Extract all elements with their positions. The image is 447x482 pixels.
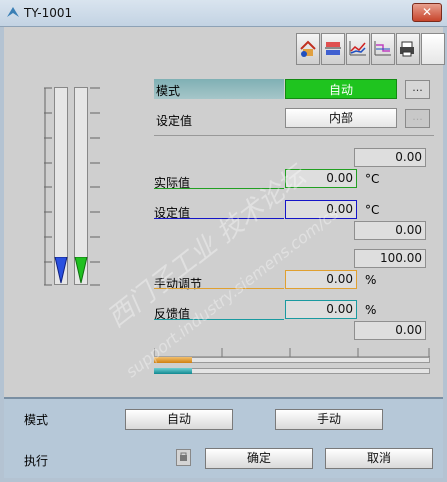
horizontal-scale bbox=[153, 347, 430, 358]
manual-bargraph bbox=[154, 357, 430, 363]
operation-panel: 模式 自动 手动 执行 确定 取消 bbox=[4, 397, 443, 478]
output-lower-value: 0.00 bbox=[354, 321, 426, 340]
setpoint-underline bbox=[154, 218, 284, 219]
manual-unit: % bbox=[365, 273, 377, 287]
lower-limit-value: 0.00 bbox=[354, 221, 426, 240]
mode-dots-button[interactable]: ... bbox=[405, 80, 430, 99]
curve-button[interactable] bbox=[371, 33, 395, 65]
actual-underline bbox=[154, 188, 284, 189]
print-button[interactable] bbox=[396, 33, 420, 65]
close-button[interactable]: ✕ bbox=[412, 3, 442, 22]
output-range-value: 100.00 bbox=[354, 249, 426, 268]
setpoint-dots-button[interactable]: ... bbox=[405, 109, 430, 128]
cancel-button[interactable]: 取消 bbox=[325, 448, 433, 469]
mode-label: 模式 bbox=[156, 84, 181, 98]
manual-bar-fill-icon bbox=[154, 357, 192, 363]
confirm-button[interactable]: 确定 bbox=[205, 448, 313, 469]
mode-value-button[interactable]: 自动 bbox=[285, 79, 397, 99]
setpoint-pointer-icon bbox=[74, 256, 88, 288]
actual-value-field: 0.00 bbox=[285, 169, 357, 188]
feedback-unit: % bbox=[365, 303, 377, 317]
feedback-value-field: 0.00 bbox=[285, 300, 357, 319]
execute-label: 执行 bbox=[24, 454, 49, 468]
trend-button[interactable] bbox=[346, 33, 370, 65]
divider bbox=[154, 135, 434, 136]
feedback-underline bbox=[154, 319, 284, 320]
window-title: TY-1001 bbox=[24, 6, 73, 20]
manual-button[interactable]: 手动 bbox=[275, 409, 383, 430]
auto-button[interactable]: 自动 bbox=[125, 409, 233, 430]
faceplate-body: 模式 自动 ... 设定值 内部 ... 0.00 实际值 0.00 °C 设定… bbox=[4, 27, 445, 478]
setpoint-unit: °C bbox=[365, 203, 380, 217]
manual-adjust-field[interactable]: 0.00 bbox=[285, 270, 357, 289]
swap-button[interactable] bbox=[321, 33, 345, 65]
mode-label-bar: 模式 bbox=[154, 79, 284, 99]
watermark-text: 西门子工业 技术论坛 bbox=[101, 161, 312, 334]
feedback-bar-fill-icon bbox=[154, 368, 192, 374]
title-bar: TY-1001 ✕ bbox=[0, 0, 447, 27]
setpoint-source-label: 设定值 bbox=[156, 114, 193, 128]
blank-toolbar-button[interactable] bbox=[421, 33, 445, 65]
setpoint-source-button[interactable]: 内部 bbox=[285, 108, 397, 128]
actual-pointer-icon bbox=[54, 256, 68, 288]
lock-icon[interactable] bbox=[176, 449, 191, 466]
home-button[interactable] bbox=[296, 33, 320, 65]
manual-adjust-label: 手动调节 bbox=[154, 277, 203, 291]
upper-limit-value: 0.00 bbox=[354, 148, 426, 167]
actual-unit: °C bbox=[365, 172, 380, 186]
feedback-bargraph bbox=[154, 368, 430, 374]
setpoint-value-field[interactable]: 0.00 bbox=[285, 200, 357, 219]
panel-mode-label: 模式 bbox=[24, 413, 49, 427]
app-icon bbox=[6, 5, 20, 22]
manual-underline bbox=[154, 288, 284, 289]
scale-ticks bbox=[44, 87, 100, 286]
